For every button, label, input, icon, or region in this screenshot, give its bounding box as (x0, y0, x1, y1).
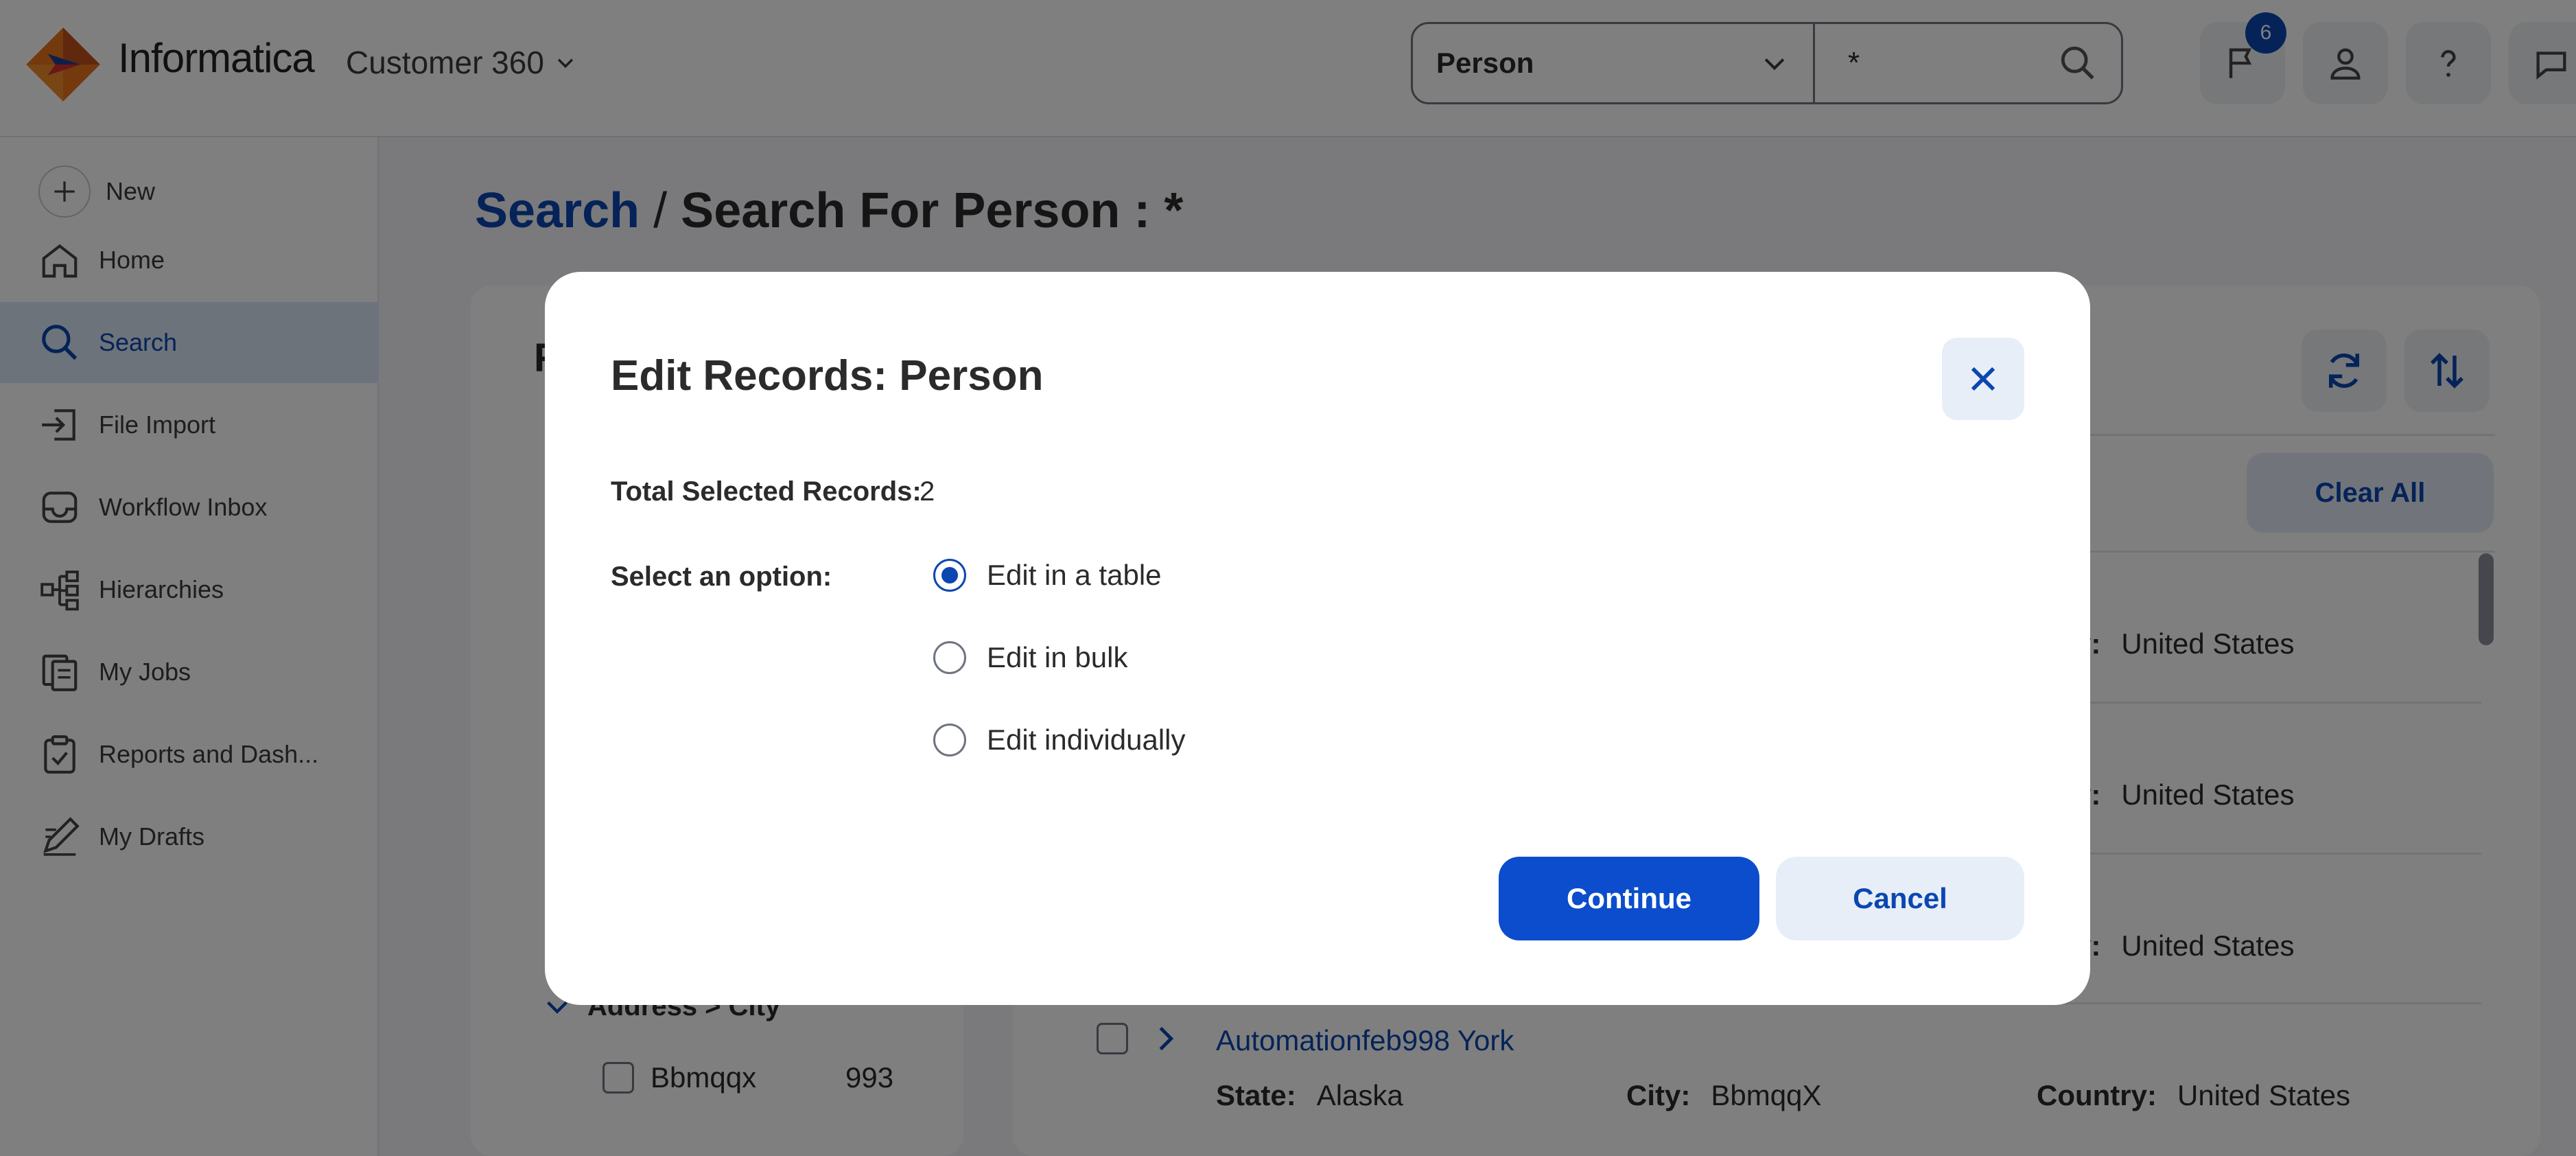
option-label: Edit individually (987, 724, 1186, 756)
option-label: Edit in bulk (987, 641, 1128, 673)
cancel-button[interactable]: Cancel (1776, 857, 2024, 940)
close-button[interactable] (1942, 338, 2024, 420)
option-edit-individually[interactable]: Edit individually (933, 724, 1186, 756)
radio-button[interactable] (933, 724, 966, 756)
continue-button[interactable]: Continue (1499, 857, 1759, 940)
select-option-label: Select an option: (611, 562, 832, 592)
total-selected-value: 2 (920, 476, 935, 507)
option-edit-in-bulk[interactable]: Edit in bulk (933, 641, 1127, 674)
option-label: Edit in a table (987, 559, 1162, 591)
close-icon (1971, 367, 1995, 391)
dialog-title: Edit Records: Person (611, 352, 1044, 400)
radio-button-selected[interactable] (933, 559, 966, 592)
edit-records-dialog: Edit Records: Person Total Selected Reco… (545, 272, 2090, 1005)
total-selected-label: Total Selected Records: (611, 476, 922, 507)
radio-button[interactable] (933, 641, 966, 674)
option-edit-in-table[interactable]: Edit in a table (933, 559, 1162, 592)
